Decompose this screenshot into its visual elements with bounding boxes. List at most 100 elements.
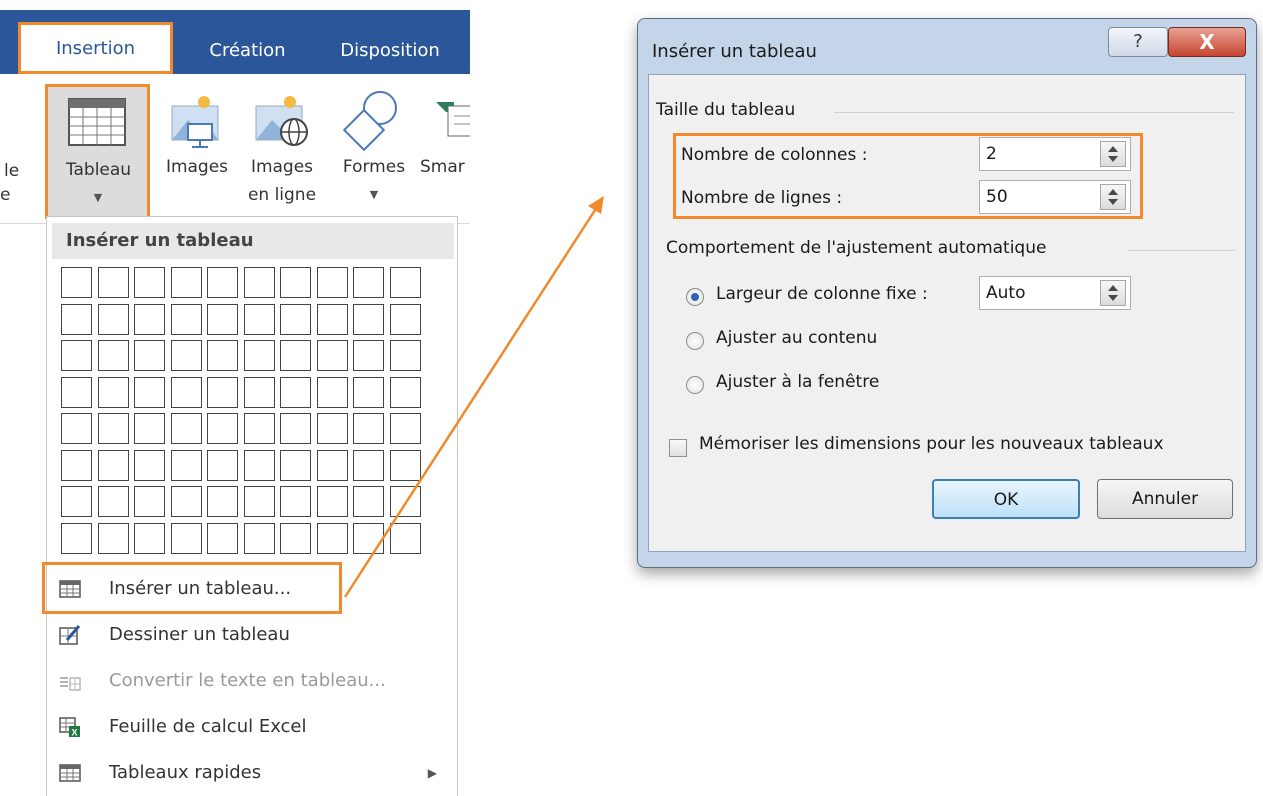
remember-dimensions-checkbox[interactable] — [669, 439, 687, 457]
grid-cell[interactable] — [280, 449, 311, 481]
fixed-width-radio[interactable] — [686, 288, 704, 306]
grid-cell[interactable] — [316, 449, 348, 481]
grid-cell[interactable] — [134, 303, 165, 335]
grid-cell[interactable] — [389, 267, 421, 298]
grid-cell[interactable] — [134, 267, 165, 298]
grid-cell[interactable] — [316, 340, 348, 371]
online-images-button[interactable]: Images en ligne — [236, 84, 328, 214]
tab-insertion[interactable]: Insertion — [18, 22, 173, 74]
grid-cell[interactable] — [170, 376, 202, 408]
grid-cell[interactable] — [170, 340, 202, 371]
menu-item-convert-text[interactable]: Convertir le texte en tableau... — [47, 660, 457, 702]
grid-cell[interactable] — [353, 486, 384, 517]
grid-cell[interactable] — [97, 303, 129, 335]
grid-cell[interactable] — [243, 303, 275, 335]
cancel-button[interactable]: Annuler — [1097, 479, 1233, 519]
menu-item-draw-table[interactable]: Dessiner un tableau — [47, 614, 457, 656]
grid-cell[interactable] — [97, 340, 129, 371]
grid-cell[interactable] — [316, 267, 348, 298]
grid-cell[interactable] — [134, 522, 165, 554]
grid-cell[interactable] — [207, 486, 238, 517]
grid-cell[interactable] — [389, 522, 421, 554]
grid-cell[interactable] — [207, 340, 238, 371]
grid-cell[interactable] — [353, 522, 384, 554]
grid-cell[interactable] — [316, 413, 348, 444]
grid-cell[interactable] — [389, 449, 421, 481]
grid-cell[interactable] — [97, 376, 129, 408]
grid-cell[interactable] — [280, 376, 311, 408]
grid-cell[interactable] — [353, 303, 384, 335]
grid-cell[interactable] — [207, 303, 238, 335]
grid-cell[interactable] — [134, 449, 165, 481]
grid-cell[interactable] — [316, 303, 348, 335]
grid-cell[interactable] — [389, 303, 421, 335]
grid-cell[interactable] — [134, 486, 165, 517]
grid-cell[interactable] — [97, 522, 129, 554]
grid-cell[interactable] — [280, 522, 311, 554]
grid-cell[interactable] — [243, 522, 275, 554]
grid-cell[interactable] — [243, 486, 275, 517]
grid-cell[interactable] — [170, 486, 202, 517]
grid-cell[interactable] — [389, 413, 421, 444]
grid-cell[interactable] — [61, 303, 92, 335]
grid-cell[interactable] — [61, 267, 92, 298]
close-button[interactable]: X — [1168, 27, 1246, 57]
grid-cell[interactable] — [97, 486, 129, 517]
grid-cell[interactable] — [389, 376, 421, 408]
grid-cell[interactable] — [97, 267, 129, 298]
grid-cell[interactable] — [61, 340, 92, 371]
table-size-grid[interactable] — [61, 267, 441, 567]
grid-cell[interactable] — [61, 449, 92, 481]
grid-cell[interactable] — [134, 376, 165, 408]
images-button[interactable]: Images — [152, 84, 242, 214]
grid-cell[interactable] — [207, 522, 238, 554]
grid-cell[interactable] — [316, 522, 348, 554]
grid-cell[interactable] — [243, 267, 275, 298]
grid-cell[interactable] — [170, 413, 202, 444]
tab-creation[interactable]: Création — [190, 28, 305, 74]
grid-cell[interactable] — [389, 340, 421, 371]
grid-cell[interactable] — [280, 340, 311, 371]
grid-cell[interactable] — [207, 267, 238, 298]
grid-cell[interactable] — [389, 486, 421, 517]
column-width-stepper[interactable]: Auto — [979, 276, 1131, 310]
grid-cell[interactable] — [353, 267, 384, 298]
grid-cell[interactable] — [170, 267, 202, 298]
shapes-button[interactable]: Formes ▼ — [328, 84, 420, 214]
menu-item-excel-sheet[interactable]: X Feuille de calcul Excel — [47, 706, 457, 748]
menu-item-quick-tables[interactable]: Tableaux rapides ▶ — [47, 752, 457, 794]
grid-cell[interactable] — [207, 449, 238, 481]
grid-cell[interactable] — [243, 340, 275, 371]
autofit-content-radio[interactable] — [686, 332, 704, 350]
grid-cell[interactable] — [280, 303, 311, 335]
grid-cell[interactable] — [353, 340, 384, 371]
smartart-button[interactable]: Smar — [420, 84, 470, 214]
grid-cell[interactable] — [134, 340, 165, 371]
grid-cell[interactable] — [353, 413, 384, 444]
grid-cell[interactable] — [61, 413, 92, 444]
grid-cell[interactable] — [170, 522, 202, 554]
grid-cell[interactable] — [61, 522, 92, 554]
tab-disposition[interactable]: Disposition — [325, 28, 455, 74]
grid-cell[interactable] — [280, 413, 311, 444]
tableau-button[interactable]: Tableau ▼ — [45, 84, 150, 219]
grid-cell[interactable] — [243, 413, 275, 444]
grid-cell[interactable] — [316, 376, 348, 408]
grid-cell[interactable] — [353, 376, 384, 408]
grid-cell[interactable] — [61, 376, 92, 408]
grid-cell[interactable] — [170, 303, 202, 335]
grid-cell[interactable] — [61, 486, 92, 517]
grid-cell[interactable] — [353, 449, 384, 481]
grid-cell[interactable] — [97, 449, 129, 481]
grid-cell[interactable] — [134, 413, 165, 444]
autofit-window-radio[interactable] — [686, 376, 704, 394]
spin-arrows-icon[interactable] — [1100, 280, 1126, 306]
grid-cell[interactable] — [207, 376, 238, 408]
help-button[interactable]: ? — [1108, 27, 1168, 57]
grid-cell[interactable] — [316, 486, 348, 517]
grid-cell[interactable] — [280, 486, 311, 517]
ok-button[interactable]: OK — [932, 479, 1080, 519]
grid-cell[interactable] — [207, 413, 238, 444]
grid-cell[interactable] — [97, 413, 129, 444]
grid-cell[interactable] — [243, 376, 275, 408]
